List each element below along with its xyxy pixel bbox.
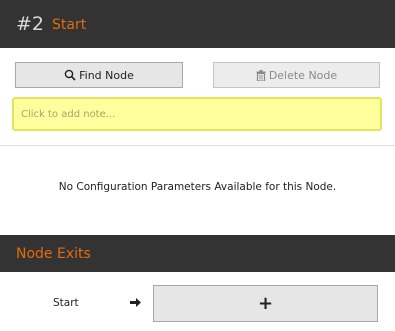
find-node-label: Find Node <box>79 68 134 82</box>
node-exits-header: Node Exits <box>0 235 395 272</box>
node-header: #2 Start <box>0 0 395 48</box>
node-name[interactable]: Start <box>52 17 86 33</box>
delete-node-button[interactable]: Delete Node <box>213 62 380 88</box>
divider <box>0 145 395 146</box>
trash-icon <box>256 69 266 81</box>
node-exits-title: Node Exits <box>16 245 91 262</box>
exit-label: Start <box>53 297 79 309</box>
add-exit-button[interactable]: + <box>153 285 378 322</box>
no-config-message: No Configuration Parameters Available fo… <box>58 181 337 193</box>
note-placeholder: Click to add note... <box>21 108 116 120</box>
find-node-button[interactable]: Find Node <box>15 62 183 88</box>
arrow-right-icon <box>130 298 141 307</box>
node-number: #2 <box>16 13 45 35</box>
search-icon <box>64 69 76 81</box>
add-exit-symbol: + <box>257 293 274 314</box>
note-field[interactable]: Click to add note... <box>12 97 382 131</box>
delete-node-label: Delete Node <box>268 68 338 82</box>
